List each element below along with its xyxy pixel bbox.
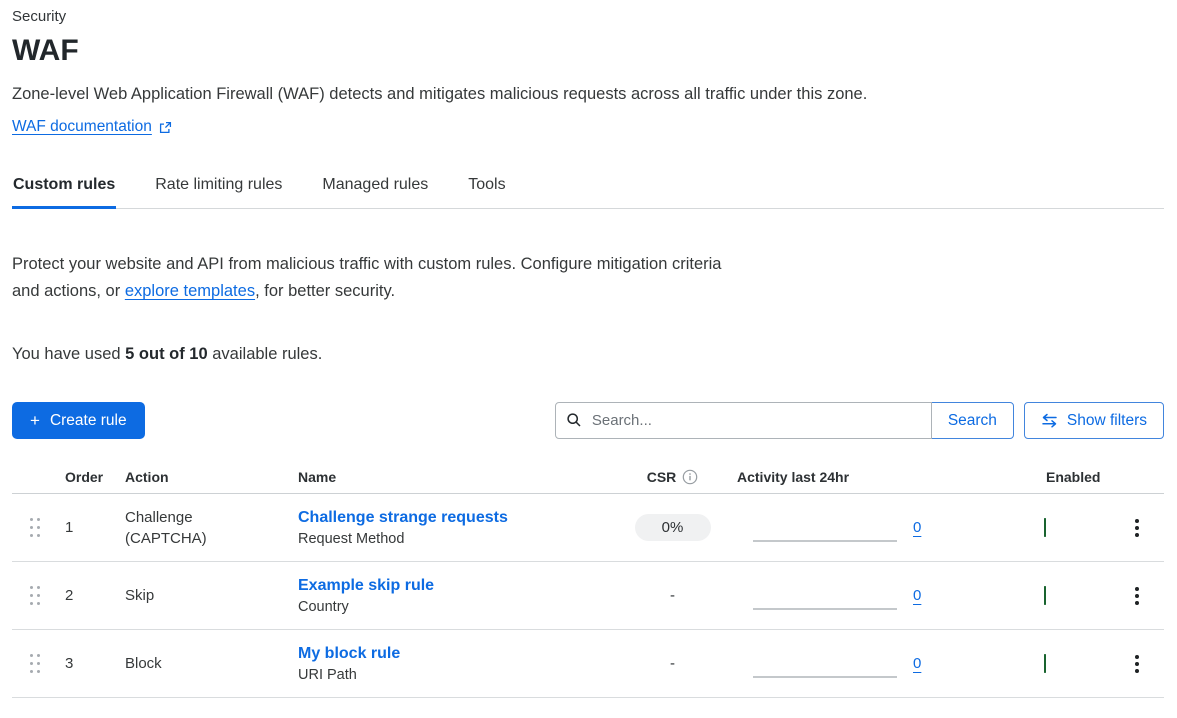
rule-name-link[interactable]: My block rule: [298, 645, 400, 663]
search-group: Search: [555, 402, 1014, 439]
table-header-row: Order Action Name CSR Activity last 24hr…: [12, 469, 1164, 494]
search-input[interactable]: [555, 402, 932, 439]
usage-suffix: available rules.: [208, 345, 323, 363]
activity-cell: 0: [737, 587, 1034, 604]
rule-name-cell: Example skip rule Country: [286, 577, 608, 615]
show-filters-label: Show filters: [1067, 412, 1147, 430]
show-filters-button[interactable]: Show filters: [1024, 402, 1164, 439]
activity-sparkline: [753, 676, 897, 678]
enabled-toggle[interactable]: [1044, 586, 1046, 605]
drag-handle-icon[interactable]: [26, 514, 44, 541]
rule-action: Skip: [125, 587, 286, 604]
rule-action-cell: Block: [113, 655, 286, 672]
rule-action: Block: [125, 655, 286, 672]
checkmark-icon: [1053, 591, 1063, 600]
toggle-knob: [1023, 517, 1043, 537]
header-name: Name: [286, 469, 608, 485]
activity-count-link[interactable]: 0: [913, 587, 921, 604]
tab-label: Custom rules: [13, 176, 115, 193]
header-csr: CSR: [647, 469, 677, 485]
rule-row: 2 Skip Example skip rule Country - 0: [12, 562, 1164, 630]
rule-action-cell: Challenge (CAPTCHA): [113, 509, 286, 547]
swap-arrows-icon: [1041, 413, 1058, 428]
waf-page: Security WAF Zone-level Web Application …: [0, 0, 1177, 718]
header-enabled: Enabled: [1034, 469, 1110, 485]
checkmark-icon: [1053, 523, 1063, 532]
page-description: Zone-level Web Application Firewall (WAF…: [12, 85, 1164, 104]
search-button[interactable]: Search: [931, 402, 1014, 439]
tab-rate-limiting-rules[interactable]: Rate limiting rules: [154, 176, 283, 208]
create-rule-label: Create rule: [50, 412, 127, 430]
header-action: Action: [113, 469, 286, 485]
tab-label: Rate limiting rules: [155, 176, 282, 193]
rule-name-link[interactable]: Challenge strange requests: [298, 509, 508, 527]
rules-toolbar: + Create rule Search: [12, 402, 1164, 439]
rule-action: Challenge: [125, 509, 286, 526]
rule-order: 3: [57, 655, 113, 672]
header-activity: Activity last 24hr: [737, 469, 1034, 485]
doc-link-row: WAF documentation: [12, 118, 1164, 136]
rule-field: URI Path: [298, 667, 608, 683]
waf-documentation-link[interactable]: WAF documentation: [12, 118, 152, 136]
create-rule-button[interactable]: + Create rule: [12, 402, 145, 439]
csr-value: 0%: [635, 514, 711, 541]
csr-value: -: [670, 650, 675, 677]
external-link-icon: [159, 121, 172, 134]
enabled-toggle[interactable]: [1044, 518, 1046, 537]
custom-rules-table: Order Action Name CSR Activity last 24hr…: [12, 469, 1164, 698]
checkmark-icon: [1053, 659, 1063, 668]
rule-field: Request Method: [298, 531, 608, 547]
kebab-menu-icon[interactable]: [1127, 513, 1147, 543]
breadcrumb-security: Security: [12, 8, 1164, 25]
rule-name-link[interactable]: Example skip rule: [298, 577, 434, 595]
waf-tabs: Custom rules Rate limiting rules Managed…: [12, 176, 1164, 209]
table-body: 1 Challenge (CAPTCHA) Challenge strange …: [12, 494, 1164, 698]
rule-order: 1: [57, 519, 113, 536]
tab-label: Managed rules: [322, 176, 428, 193]
rule-action-sub: (CAPTCHA): [125, 530, 286, 547]
rule-row: 3 Block My block rule URI Path - 0: [12, 630, 1164, 698]
drag-handle-icon[interactable]: [26, 650, 44, 677]
rule-order: 2: [57, 587, 113, 604]
usage-count: 5 out of 10: [125, 345, 208, 363]
info-icon[interactable]: [682, 469, 698, 485]
activity-cell: 0: [737, 519, 1034, 536]
custom-rules-intro: Protect your website and API from malici…: [12, 251, 749, 305]
explore-templates-link[interactable]: explore templates: [125, 282, 255, 300]
toggle-knob: [1023, 653, 1043, 673]
usage-prefix: You have used: [12, 345, 125, 363]
rules-usage-line: You have used 5 out of 10 available rule…: [12, 345, 1164, 364]
kebab-menu-icon[interactable]: [1127, 649, 1147, 679]
activity-cell: 0: [737, 655, 1034, 672]
activity-count-link[interactable]: 0: [913, 655, 921, 672]
enabled-toggle[interactable]: [1044, 654, 1046, 673]
activity-sparkline: [753, 540, 897, 542]
tab-label: Tools: [468, 176, 505, 193]
kebab-menu-icon[interactable]: [1127, 581, 1147, 611]
activity-count-link[interactable]: 0: [913, 519, 921, 536]
magnifier-icon: [566, 412, 582, 433]
tab-tools[interactable]: Tools: [467, 176, 506, 208]
tab-managed-rules[interactable]: Managed rules: [321, 176, 429, 208]
toggle-knob: [1023, 585, 1043, 605]
rule-action-cell: Skip: [113, 587, 286, 604]
intro-text: , for better security.: [255, 282, 395, 300]
rule-name-cell: My block rule URI Path: [286, 645, 608, 683]
rule-name-cell: Challenge strange requests Request Metho…: [286, 509, 608, 547]
page-title: WAF: [12, 34, 1164, 68]
csr-value: -: [670, 582, 675, 609]
rule-row: 1 Challenge (CAPTCHA) Challenge strange …: [12, 494, 1164, 562]
drag-handle-icon[interactable]: [26, 582, 44, 609]
rule-field: Country: [298, 599, 608, 615]
activity-sparkline: [753, 608, 897, 610]
header-order: Order: [57, 469, 113, 485]
tab-custom-rules[interactable]: Custom rules: [12, 176, 116, 208]
plus-icon: +: [30, 412, 40, 429]
